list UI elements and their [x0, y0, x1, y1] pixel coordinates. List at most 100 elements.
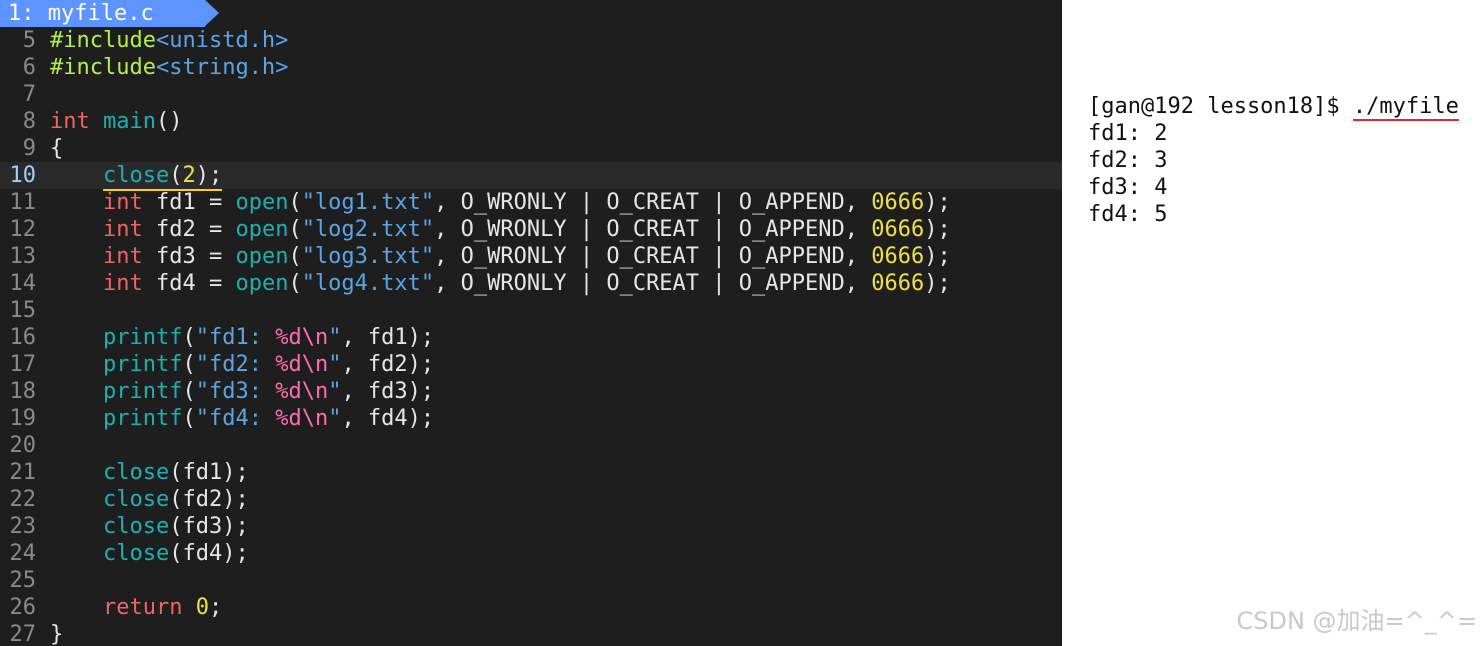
code-line[interactable]: 22 close(fd2);: [0, 486, 1062, 513]
line-number: 17: [9, 352, 37, 377]
code-editor[interactable]: 1: myfile.c 5 #include<unistd.h> 6 #include…: [0, 0, 1062, 646]
code-line[interactable]: 26 return 0;: [0, 594, 1062, 621]
code-text: int fd1 = open("log1.txt", O_WRONLY | O_…: [50, 189, 951, 216]
code-line[interactable]: 5 #include<unistd.h>: [0, 27, 1062, 54]
code-token: int: [102, 217, 143, 242]
code-token: "log2.txt": [301, 217, 435, 242]
code-token: int: [102, 271, 143, 296]
code-token: open: [235, 217, 289, 242]
line-number: 6: [22, 55, 36, 80]
code-token: "fd3:: [195, 379, 276, 404]
code-token: printf: [102, 406, 183, 431]
terminal-output-line: fd3: 4: [1088, 175, 1168, 200]
code-token: (: [182, 352, 196, 377]
line-number: 16: [9, 325, 37, 350]
code-token: (: [288, 217, 302, 242]
code-text: close(fd4);: [50, 540, 249, 567]
code-line[interactable]: 21 close(fd1);: [0, 459, 1062, 486]
code-token: "log4.txt": [301, 271, 435, 296]
code-token: fd2 =: [142, 217, 236, 242]
code-token: "fd2:: [195, 352, 276, 377]
code-token: printf: [102, 325, 183, 350]
code-token: 0666: [871, 271, 925, 296]
code-token: close: [102, 514, 170, 539]
code-token: (fd4);: [169, 541, 249, 566]
code-token: (fd2);: [169, 487, 249, 512]
code-line[interactable]: 23 close(fd3);: [0, 513, 1062, 540]
code-token: fd1 =: [142, 190, 236, 215]
code-line[interactable]: 11 int fd1 = open("log1.txt", O_WRONLY |…: [0, 189, 1062, 216]
code-token: open: [235, 190, 289, 215]
code-text: #include<string.h>: [50, 54, 288, 81]
code-token: fd4 =: [142, 271, 236, 296]
code-line[interactable]: 8 int main(): [0, 108, 1062, 135]
code-token: (: [182, 379, 196, 404]
code-line[interactable]: 9{: [0, 135, 1062, 162]
line-number: 15: [9, 298, 37, 323]
code-token: "fd4:: [195, 406, 276, 431]
line-number: 25: [9, 568, 37, 593]
code-token: );: [924, 217, 951, 242]
code-token: %d\n: [275, 379, 329, 404]
line-number: 18: [9, 379, 37, 404]
code-line[interactable]: 14 int fd4 = open("log4.txt", O_WRONLY |…: [0, 270, 1062, 297]
code-token: );: [195, 163, 223, 191]
code-line[interactable]: 16 printf("fd1: %d\n", fd1);: [0, 324, 1062, 351]
code-line[interactable]: 19 printf("fd4: %d\n", fd4);: [0, 405, 1062, 432]
code-token: open: [235, 244, 289, 269]
line-number: 14: [9, 271, 37, 296]
code-line[interactable]: 18 printf("fd3: %d\n", fd3);: [0, 378, 1062, 405]
code-token: );: [924, 190, 951, 215]
code-line[interactable]: 13 int fd3 = open("log3.txt", O_WRONLY |…: [0, 243, 1062, 270]
code-token: "log3.txt": [301, 244, 435, 269]
code-line[interactable]: 25: [0, 567, 1062, 594]
code-token: {: [50, 136, 64, 161]
code-line[interactable]: 7: [0, 81, 1062, 108]
code-line[interactable]: 12 int fd2 = open("log2.txt", O_WRONLY |…: [0, 216, 1062, 243]
terminal-panel[interactable]: [gan@192 lesson18]$ ./myfile fd1: 2 fd2:…: [1062, 0, 1483, 646]
file-tab[interactable]: 1: myfile.c: [0, 0, 205, 27]
code-line-current[interactable]: 10 close(2);: [0, 162, 1062, 191]
line-number: 23: [9, 514, 37, 539]
code-token: main: [103, 109, 156, 134]
line-number: 5: [22, 28, 36, 53]
code-area[interactable]: 5 #include<unistd.h> 6 #include<string.h> 7 8…: [0, 27, 1062, 646]
code-token: );: [924, 244, 951, 269]
line-number: 27: [9, 622, 37, 646]
code-text: close(2);: [50, 162, 223, 191]
code-line[interactable]: 6 #include<string.h>: [0, 54, 1062, 81]
code-text: return 0;: [50, 594, 222, 621]
code-token: (: [169, 163, 183, 191]
code-token: (: [288, 271, 302, 296]
terminal-output-line: fd4: 5: [1088, 202, 1168, 227]
code-token: 0: [195, 595, 209, 620]
code-line[interactable]: 24 close(fd4);: [0, 540, 1062, 567]
code-token: open: [235, 271, 289, 296]
code-token: (: [182, 406, 196, 431]
code-token: (: [288, 244, 302, 269]
code-line[interactable]: 20: [0, 432, 1062, 459]
code-text: int fd2 = open("log2.txt", O_WRONLY | O_…: [50, 216, 951, 243]
code-line[interactable]: 27}: [0, 621, 1062, 646]
code-token: , O_WRONLY | O_CREAT | O_APPEND,: [434, 217, 872, 242]
code-token: %d\n: [275, 325, 329, 350]
code-text: #include<unistd.h>: [50, 27, 288, 54]
terminal-command-line: [gan@192 lesson18]$ ./myfile: [1088, 93, 1483, 121]
code-token: int: [102, 244, 143, 269]
code-line[interactable]: 15: [0, 297, 1062, 324]
code-token: %d\n: [275, 406, 329, 431]
code-token: (fd1);: [169, 460, 249, 485]
line-number: 13: [9, 244, 37, 269]
code-line[interactable]: 17 printf("fd2: %d\n", fd2);: [0, 351, 1062, 378]
line-number: 9: [22, 136, 36, 161]
code-token: ": [328, 325, 342, 350]
line-number: 7: [22, 82, 36, 107]
code-token: 2: [182, 163, 196, 191]
